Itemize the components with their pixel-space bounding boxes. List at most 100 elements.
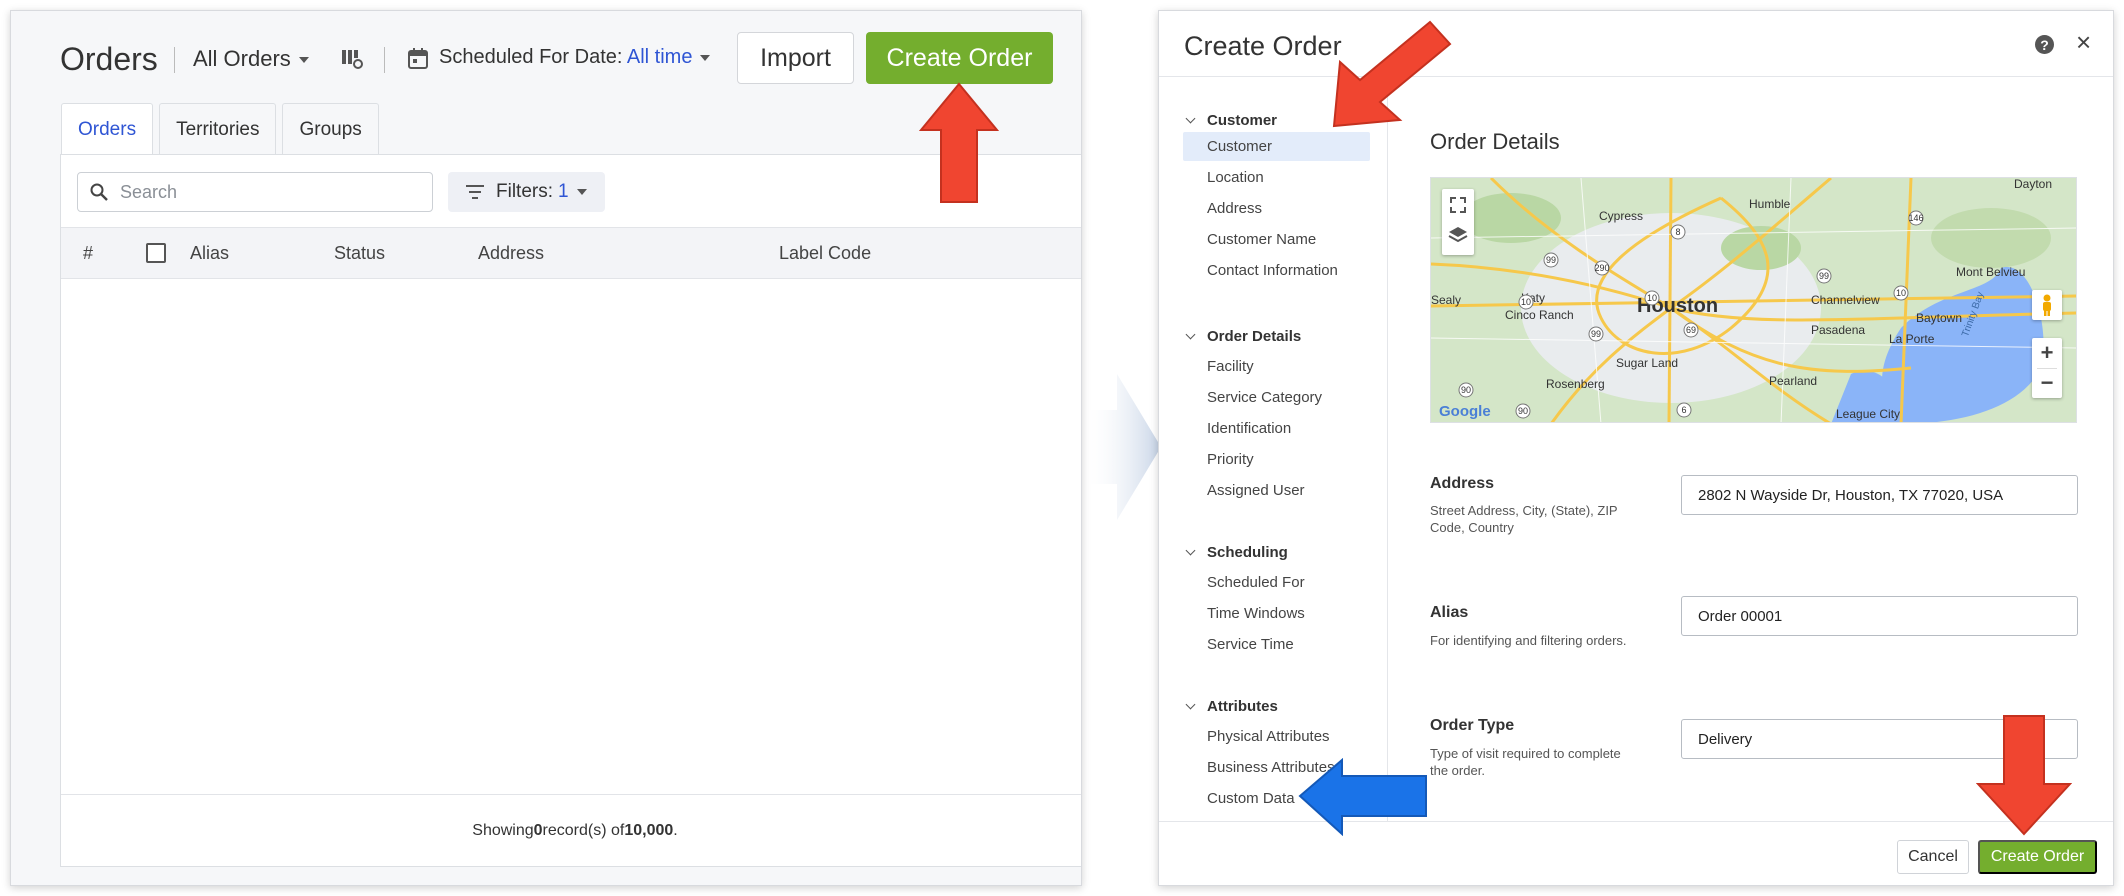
tab-territories[interactable]: Territories — [159, 103, 277, 155]
nav-item-address[interactable]: Address — [1183, 194, 1370, 223]
route-shield: 99 — [1816, 268, 1832, 284]
nav-item-customer[interactable]: Customer — [1183, 132, 1370, 161]
svg-text:6: 6 — [1681, 405, 1686, 415]
fullscreen-icon[interactable] — [1450, 197, 1466, 213]
svg-text:90: 90 — [1461, 385, 1471, 395]
address-field-description: Street Address, City, (State), ZIP Code,… — [1430, 503, 1618, 535]
nav-item-assigned-user[interactable]: Assigned User — [1183, 476, 1370, 505]
nav-item-business-attributes[interactable]: Business Attributes — [1183, 753, 1370, 782]
table-footer: Showing 0 record(s) of 10,000. — [61, 794, 1081, 866]
map-label: Sealy — [1431, 293, 1461, 307]
map-label: Mont Belvieu — [1956, 265, 2025, 279]
nav-item-location[interactable]: Location — [1183, 163, 1370, 192]
map-label: Pasadena — [1811, 323, 1865, 337]
layers-icon[interactable] — [1448, 227, 1468, 243]
nav-item-identification[interactable]: Identification — [1183, 414, 1370, 443]
alias-field[interactable]: Order 00001 — [1681, 596, 2078, 636]
footer-suffix: . — [673, 821, 678, 839]
tab-groups[interactable]: Groups — [282, 103, 379, 155]
create-order-submit-button[interactable]: Create Order — [1978, 840, 2097, 874]
route-shield: 10 — [1893, 285, 1909, 301]
svg-text:99: 99 — [1591, 329, 1601, 339]
nav-group-order-details[interactable]: Order Details — [1185, 328, 1301, 345]
nav-item-priority[interactable]: Priority — [1183, 445, 1370, 474]
column-header-label-code[interactable]: Label Code — [779, 243, 871, 264]
footer-prefix: Showing — [472, 821, 534, 839]
orders-header: Orders All Orders Scheduled For Date: Al… — [11, 11, 1081, 111]
chevron-down-icon — [1185, 699, 1196, 710]
column-header-index: # — [83, 243, 94, 263]
column-header-status[interactable]: Status — [334, 243, 385, 264]
nav-group-customer[interactable]: Customer — [1185, 112, 1278, 129]
map-label: Dayton — [2014, 178, 2052, 191]
zoom-out-icon[interactable]: − — [2032, 368, 2062, 398]
order-type-select[interactable]: Delivery — [1681, 719, 2078, 759]
street-view-icon[interactable] — [2032, 290, 2062, 320]
search-input[interactable]: Search — [77, 172, 433, 212]
map-label: Pearland — [1769, 374, 1817, 388]
nav-group-scheduling[interactable]: Scheduling — [1185, 544, 1288, 561]
nav-item-customer-name[interactable]: Customer Name — [1183, 225, 1370, 254]
filters-button[interactable]: Filters: 1 — [448, 172, 605, 212]
nav-item-facility[interactable]: Facility — [1183, 352, 1370, 381]
caret-down-icon — [576, 189, 587, 195]
map-label-google: Google — [1439, 403, 1491, 420]
nav-item-service-time[interactable]: Service Time — [1183, 630, 1370, 659]
help-icon[interactable]: ? — [2035, 35, 2054, 54]
zoom-in-icon[interactable]: + — [2032, 338, 2062, 368]
tab-orders[interactable]: Orders — [61, 103, 154, 155]
nav-item-contact-information[interactable]: Contact Information — [1183, 256, 1370, 285]
address-field-label: Address — [1430, 475, 1495, 492]
column-settings-icon[interactable] — [341, 48, 363, 75]
route-shield: 90 — [1458, 382, 1474, 398]
page-title: Orders — [60, 41, 158, 77]
nav-item-custom-data[interactable]: Custom Data — [1183, 784, 1370, 813]
calendar-icon — [408, 47, 428, 74]
nav-group-label: Customer — [1207, 112, 1278, 129]
alias-field-label: Alias — [1430, 604, 1469, 621]
map-label: Rosenberg — [1546, 377, 1605, 391]
map-control-group — [1442, 189, 1474, 255]
address-field[interactable]: 2802 N Wayside Dr, Houston, TX 77020, US… — [1681, 475, 2078, 515]
select-all-checkbox[interactable] — [146, 243, 166, 263]
create-order-panel: Create Order ? × Customer Customer Locat… — [1158, 10, 2114, 886]
route-shield: 99 — [1543, 252, 1559, 268]
map-label: Channelview — [1811, 293, 1880, 307]
import-button[interactable]: Import — [737, 32, 854, 84]
schedule-filter[interactable]: Scheduled For Date: All time — [439, 46, 711, 69]
nav-group-label: Scheduling — [1207, 544, 1288, 561]
nav-item-scheduled-for[interactable]: Scheduled For — [1183, 568, 1370, 597]
column-header-alias[interactable]: Alias — [190, 243, 229, 264]
map-label: League City — [1836, 407, 1900, 421]
svg-text:99: 99 — [1546, 255, 1556, 265]
create-order-button[interactable]: Create Order — [866, 32, 1053, 84]
route-shield: 10 — [1518, 294, 1534, 310]
nav-item-physical-attributes[interactable]: Physical Attributes — [1183, 722, 1370, 751]
nav-item-time-windows[interactable]: Time Windows — [1183, 599, 1370, 628]
header-divider — [174, 47, 175, 73]
svg-text:10: 10 — [1521, 297, 1531, 307]
svg-text:69: 69 — [1686, 325, 1696, 335]
map-label: Humble — [1749, 197, 1791, 211]
route-shield: 6 — [1676, 402, 1692, 418]
svg-text:10: 10 — [1647, 293, 1657, 303]
nav-item-service-category[interactable]: Service Category — [1183, 383, 1370, 412]
svg-text:290: 290 — [1594, 263, 1609, 273]
nav-group-attributes[interactable]: Attributes — [1185, 698, 1278, 715]
header-divider — [384, 47, 385, 73]
map-label: Sugar Land — [1616, 356, 1678, 370]
record-total: 10,000 — [624, 821, 674, 839]
view-dropdown[interactable]: All Orders — [193, 46, 309, 72]
svg-text:10: 10 — [1896, 288, 1906, 298]
svg-text:8: 8 — [1675, 227, 1680, 237]
route-shield: 69 — [1683, 322, 1699, 338]
column-header-address[interactable]: Address — [478, 243, 544, 264]
chevron-down-icon — [1185, 329, 1196, 340]
table-header: # Alias Status Address Label Code — [61, 227, 1081, 279]
svg-text:90: 90 — [1518, 406, 1528, 416]
location-map[interactable]: Dayton Humble Cypress Mont Belvieu Sealy… — [1430, 177, 2077, 423]
alias-field-description: For identifying and filtering orders. — [1430, 633, 1627, 648]
close-icon[interactable]: × — [2076, 29, 2091, 55]
cancel-button[interactable]: Cancel — [1897, 840, 1969, 874]
chevron-down-icon — [1185, 545, 1196, 556]
